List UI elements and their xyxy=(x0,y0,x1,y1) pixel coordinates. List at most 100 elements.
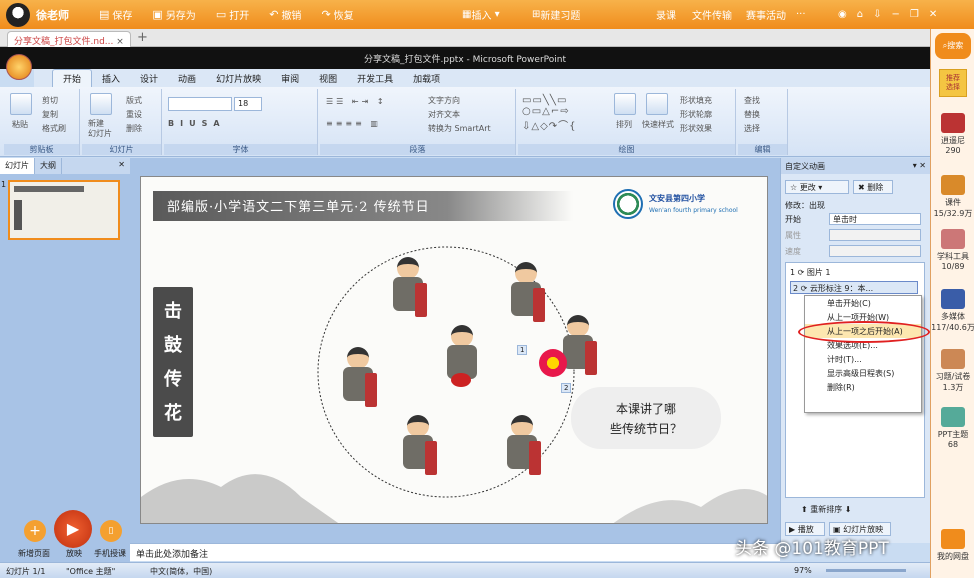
close-icon[interactable]: ✕ xyxy=(113,158,130,174)
new-exercise-button[interactable]: ⊞ 新建习题 xyxy=(532,0,580,29)
home-icon[interactable]: ⌂ xyxy=(857,9,863,20)
close-icon[interactable]: ✕ xyxy=(929,9,937,20)
user-name[interactable]: 徐老师 xyxy=(36,7,69,23)
tab-animation[interactable]: 动画 xyxy=(168,70,206,87)
tab-developer[interactable]: 开发工具 xyxy=(347,70,403,87)
zoom-slider[interactable] xyxy=(826,569,906,572)
remove-effect-button[interactable]: ✖ 删除 xyxy=(853,180,893,194)
menu-item-on-click[interactable]: 单击开始(C) xyxy=(805,296,921,310)
avatar[interactable] xyxy=(6,2,30,27)
reorder-control[interactable]: ⬆ 重新排序 ⬇ xyxy=(801,504,852,515)
shape-effects-button[interactable]: 形状效果 xyxy=(680,123,712,134)
anim-marker-1[interactable]: 1 xyxy=(517,345,528,355)
custom-animation-pane: 自定义动画 ▾ ✕ ☆ 更改 ▾ ✖ 删除 修改：出现 开始 单击时 属性 速度 … xyxy=(780,158,930,543)
tab-view[interactable]: 视图 xyxy=(309,70,347,87)
layout-button[interactable]: 版式 xyxy=(126,95,142,106)
sidebar-item-6[interactable]: 我的网盘 xyxy=(931,529,974,562)
tab-outline[interactable]: 大纲 xyxy=(35,158,62,174)
menu-item-remove[interactable]: 删除(R) xyxy=(805,380,921,394)
sidebar-item-4[interactable]: 习题/试卷 1.3万 xyxy=(931,349,974,393)
font-style-buttons[interactable]: BIUSA xyxy=(168,119,226,128)
notes-field[interactable]: 单击此处添加备注 xyxy=(130,543,780,561)
shapes-gallery[interactable]: ▭▭╲╲▭ ○▭△⌐⇨ ⇩△◇↷⌒{ xyxy=(522,95,577,132)
font-family-select[interactable] xyxy=(168,97,232,111)
align-buttons[interactable]: ≡≡≡≡ ▥ xyxy=(326,119,381,128)
thumb-title-block xyxy=(14,200,22,230)
find-button[interactable]: 查找 xyxy=(744,95,760,106)
sidebar-item-1[interactable]: 课件 15/32.9万 xyxy=(931,175,974,219)
sidebar-item-5[interactable]: PPT主题 68 xyxy=(931,407,974,449)
quick-styles-button[interactable]: 快速样式 xyxy=(642,119,674,130)
insert-menu[interactable]: ▦ 插入 ▾ xyxy=(462,0,500,29)
speed-select[interactable] xyxy=(829,245,921,257)
new-slide-icon[interactable] xyxy=(90,93,112,115)
sidebar-item-0[interactable]: 逍遥尼 290 xyxy=(931,113,974,155)
start-select[interactable]: 单击时 xyxy=(829,213,921,225)
delete-slide-button[interactable]: 删除 xyxy=(126,123,142,134)
paste-icon[interactable] xyxy=(10,93,32,115)
tab-addins[interactable]: 加载项 xyxy=(403,70,450,87)
anim-item-2[interactable]: 2 ⟳ 云形标注 9：本... xyxy=(790,281,918,294)
minimize-icon[interactable]: − xyxy=(891,9,899,20)
undo-button[interactable]: ↶ 撤销 xyxy=(269,7,301,22)
reset-button[interactable]: 重设 xyxy=(126,109,142,120)
replace-button[interactable]: 替换 xyxy=(744,109,760,120)
menu-item-timing[interactable]: 计时(T)... xyxy=(805,352,921,366)
recommend-button[interactable]: 推荐 选择 xyxy=(939,69,967,97)
link-file-transfer[interactable]: 文件传输 xyxy=(692,0,732,29)
tab-home[interactable]: 开始 xyxy=(52,69,93,87)
tab-review[interactable]: 审阅 xyxy=(271,70,309,87)
arrange-icon[interactable] xyxy=(614,93,636,115)
font-size-select[interactable]: 18 xyxy=(234,97,262,111)
slide-canvas[interactable]: 部编版·小学语文二下第三单元·2 传统节日 文安县第四小学 Wen'an fou… xyxy=(140,176,768,524)
restore-icon[interactable]: ❐ xyxy=(910,9,919,20)
open-button[interactable]: ▭ 打开 xyxy=(216,7,249,22)
save-as-button[interactable]: ▣ 另存为 xyxy=(152,7,195,22)
tab-slideshow[interactable]: 幻灯片放映 xyxy=(206,70,271,87)
quick-styles-icon[interactable] xyxy=(646,93,668,115)
tab-insert[interactable]: 插入 xyxy=(92,70,130,87)
smartart-button[interactable]: 转换为 SmartArt xyxy=(428,123,491,134)
download-icon[interactable]: ⇩ xyxy=(873,9,881,20)
close-icon[interactable]: ▾ ✕ xyxy=(913,161,926,170)
more-button[interactable]: ··· xyxy=(796,0,806,29)
new-tab-button[interactable]: + xyxy=(137,30,148,45)
anim-item-1[interactable]: 1 ⟳ 图片 1 xyxy=(790,267,831,278)
save-button[interactable]: ▤ 保存 xyxy=(99,7,132,22)
close-icon[interactable]: × xyxy=(116,37,124,47)
office-button[interactable] xyxy=(6,54,32,80)
sidebar-item-2[interactable]: 学科工具 10/89 xyxy=(931,229,974,271)
list-buttons[interactable]: ☰☰ ⇤⇥ ↕ xyxy=(326,97,387,106)
copy-button[interactable]: 复制 xyxy=(42,109,58,120)
play-icon[interactable]: ▶ xyxy=(54,510,92,548)
sidebar-item-3[interactable]: 多媒体 117/40.6万 xyxy=(931,289,974,333)
paste-button[interactable]: 粘贴 xyxy=(12,119,28,130)
new-slide-button[interactable]: 新建 幻灯片 xyxy=(88,119,112,139)
skin-icon[interactable]: ◉ xyxy=(838,9,847,20)
link-events[interactable]: 赛事活动 xyxy=(746,0,786,29)
property-select[interactable] xyxy=(829,229,921,241)
window-controls: ◉ ⌂ ⇩ − ❐ ✕ xyxy=(838,0,937,29)
tools-icon xyxy=(941,229,965,249)
slide-thumbnail[interactable] xyxy=(8,180,120,240)
arrange-button[interactable]: 排列 xyxy=(616,119,632,130)
phone-icon[interactable]: ▯ xyxy=(100,520,122,542)
cut-button[interactable]: 剪切 xyxy=(42,95,58,106)
shape-outline-button[interactable]: 形状轮廓 xyxy=(680,109,712,120)
search-button[interactable]: ⌕搜索 xyxy=(935,33,971,59)
change-effect-button[interactable]: ☆ 更改 ▾ xyxy=(785,180,849,194)
document-tab[interactable]: 分享文稿_打包文件.nd... × xyxy=(7,31,131,47)
format-painter-button[interactable]: 格式刷 xyxy=(42,123,66,134)
bottom-tools: + ▶ ▯ 新增页面 放映 手机授课 xyxy=(0,510,130,562)
link-record[interactable]: 录课 xyxy=(656,0,676,29)
anim-marker-2[interactable]: 2 xyxy=(561,383,572,393)
shape-fill-button[interactable]: 形状填充 xyxy=(680,95,712,106)
align-text-button[interactable]: 对齐文本 xyxy=(428,109,460,120)
redo-button[interactable]: ↷ 恢复 xyxy=(321,7,353,22)
tab-slides[interactable]: 幻灯片 xyxy=(0,158,35,174)
text-direction-button[interactable]: 文字方向 xyxy=(428,95,460,106)
tab-design[interactable]: 设计 xyxy=(130,70,168,87)
select-button[interactable]: 选择 xyxy=(744,123,760,134)
menu-item-advanced-timeline[interactable]: 显示高级日程表(S) xyxy=(805,366,921,380)
add-page-icon[interactable]: + xyxy=(24,520,46,542)
